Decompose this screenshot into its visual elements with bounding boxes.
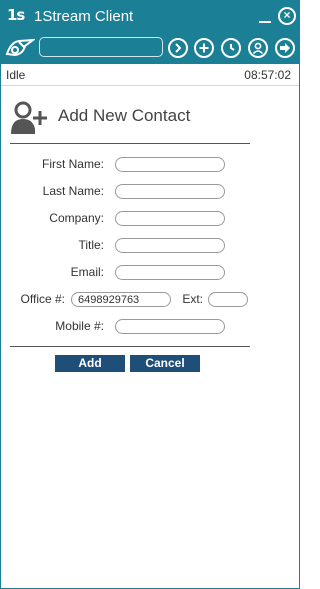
company-field[interactable] (115, 211, 225, 226)
last-name-label: Last Name: (42, 184, 104, 198)
divider (10, 346, 250, 347)
email-field[interactable] (115, 265, 225, 280)
agent-status: Idle (6, 68, 26, 82)
company-label: Company: (49, 211, 104, 225)
app-window: 1s 1Stream Client × Idle 08:57:02 Add Ne… (0, 0, 300, 589)
close-button[interactable]: × (278, 7, 296, 25)
email-label: Email: (70, 265, 104, 279)
history-icon (230, 44, 235, 51)
first-name-field[interactable] (115, 157, 225, 172)
next-button[interactable] (168, 38, 188, 58)
page-title: Add New Contact (58, 106, 191, 125)
mobile-phone-field[interactable] (115, 319, 225, 334)
cancel-button[interactable]: Cancel (130, 355, 200, 372)
status-timer: 08:57:02 (244, 68, 291, 82)
minimize-button[interactable] (256, 5, 274, 25)
add-contact-icon (9, 99, 49, 142)
add-button[interactable]: Add (55, 355, 125, 372)
last-name-field[interactable] (115, 184, 225, 199)
user-icon (252, 42, 264, 55)
status-bar: Idle 08:57:02 (1, 64, 299, 86)
title-field[interactable] (115, 238, 225, 253)
toolbar (1, 33, 299, 64)
add-button[interactable] (194, 38, 214, 58)
title-label: Title: (78, 238, 104, 252)
ext-label: Ext: (182, 292, 203, 306)
brand-icon[interactable] (5, 38, 37, 63)
extension-field[interactable] (208, 292, 248, 307)
mobile-label: Mobile #: (55, 319, 104, 333)
exit-icon (280, 43, 290, 53)
next-icon (175, 43, 182, 53)
office-label: Office #: (20, 292, 65, 306)
app-logo: 1s (7, 6, 25, 24)
office-phone-field[interactable] (71, 292, 171, 307)
first-name-label: First Name: (41, 157, 104, 171)
exit-button[interactable] (275, 38, 295, 58)
search-input[interactable] (39, 37, 163, 57)
divider (10, 143, 250, 144)
user-button[interactable] (248, 38, 268, 58)
history-button[interactable] (221, 38, 241, 58)
window-title: 1Stream Client (34, 8, 134, 25)
title-bar: 1s 1Stream Client × (1, 1, 299, 33)
add-icon (199, 43, 209, 53)
